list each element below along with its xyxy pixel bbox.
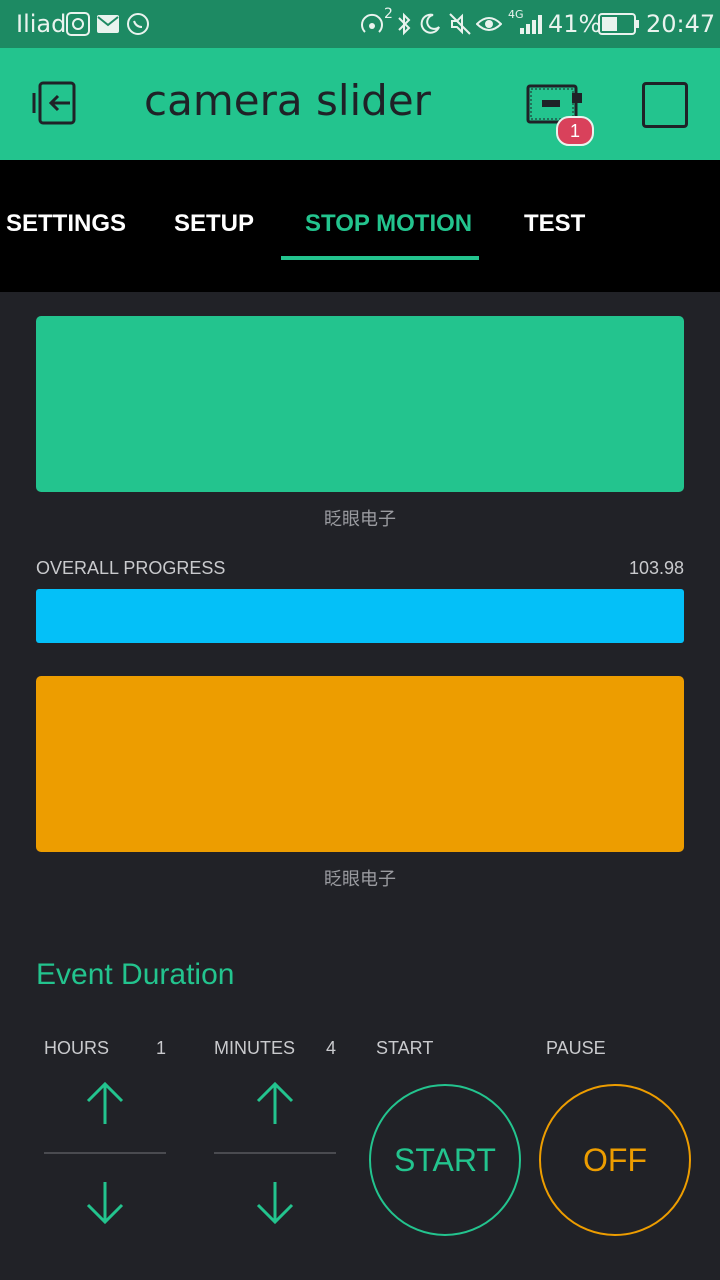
start-label: START [376,1038,434,1058]
signal-icon [520,15,542,34]
mute-icon [449,13,471,35]
eye-icon [476,17,502,31]
tab-stop-motion[interactable]: STOP MOTION [305,210,472,238]
battery-percent: 41% [548,10,602,38]
orange-widget-caption: 眨眼电子 [324,869,396,890]
tab-setup[interactable]: SETUP [174,210,254,238]
orange-display-widget[interactable] [36,676,684,852]
project-title: camera slider [144,76,431,125]
carrier-name: Iliad [16,10,67,38]
stop-button[interactable] [642,82,688,128]
pause-button[interactable]: OFF [539,1084,691,1236]
progress-value: 103.98 [628,558,684,578]
tab-bar: SETTINGS SETUP STOP MOTION TEST [0,160,720,292]
hours-down-arrow-icon[interactable] [84,1180,126,1226]
green-widget-caption: 眨眼电子 [324,509,396,530]
tab-settings[interactable]: SETTINGS [6,210,126,238]
event-duration-title: Event Duration [36,958,235,991]
progress-bar [36,589,684,643]
battery-icon [598,13,639,35]
whatsapp-icon [127,13,149,35]
device-badge-count: 1 [569,121,580,141]
minutes-value: 4 [326,1038,337,1058]
app-bar: camera slider 1 [0,48,720,160]
mail-icon [97,15,119,33]
minutes-up-arrow-icon[interactable] [254,1080,296,1126]
hours-up-arrow-icon[interactable] [84,1080,126,1126]
hours-divider [44,1152,166,1154]
minutes-down-arrow-icon[interactable] [254,1180,296,1226]
start-button[interactable]: START [369,1084,521,1236]
pause-label: PAUSE [546,1038,606,1058]
bluetooth-icon [398,12,411,36]
minutes-divider [214,1152,336,1154]
active-tab-indicator [281,256,479,260]
minutes-label: MINUTES [214,1038,295,1058]
status-bar: Iliad 2 4G 41% 20:47 [0,0,720,48]
device-badge: 1 [556,116,594,146]
progress-label: OVERALL PROGRESS [36,558,226,578]
moon-icon [420,13,440,34]
green-display-widget[interactable] [36,316,684,492]
sim-index: 2 [384,6,393,22]
exit-project-icon[interactable] [32,80,82,126]
hours-value: 1 [156,1038,167,1058]
hours-label: HOURS [44,1038,110,1058]
clock: 20:47 [646,10,716,38]
device-button[interactable]: 1 [526,84,596,146]
app-notification-icon [66,12,90,36]
tab-test[interactable]: TEST [524,210,585,238]
